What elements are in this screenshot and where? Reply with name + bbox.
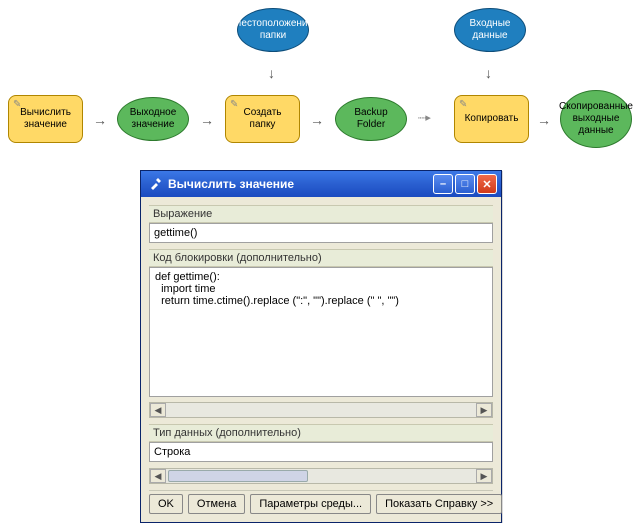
scrollbar-thumb[interactable] xyxy=(168,470,308,482)
node-label: Создать папку xyxy=(230,107,295,131)
scroll-right-icon[interactable]: ▶ xyxy=(476,403,492,417)
arrow-right-icon: → xyxy=(200,113,214,127)
label-codeblock: Код блокировки (дополнительно) xyxy=(149,249,493,267)
arrow-right-icon: → xyxy=(310,113,324,127)
node-folder-location[interactable]: Местоположение папки xyxy=(237,8,309,52)
close-button[interactable]: ✕ xyxy=(477,174,497,194)
node-label: Местоположение папки xyxy=(233,18,313,42)
node-input-data[interactable]: Входные данные xyxy=(454,8,526,52)
scroll-left-icon[interactable]: ◀ xyxy=(150,403,166,417)
connector-dotted-icon: ·····▸ xyxy=(417,113,429,124)
ok-button[interactable]: OK xyxy=(149,494,183,514)
dialog-body: Выражение Код блокировки (дополнительно)… xyxy=(141,197,501,522)
hammer-icon: ✎ xyxy=(459,99,467,111)
node-backup-folder[interactable]: Backup Folder xyxy=(335,97,407,141)
node-label: Выходное значение xyxy=(122,107,184,131)
cancel-button[interactable]: Отмена xyxy=(188,494,245,514)
arrow-right-icon: → xyxy=(537,113,551,127)
codeblock-textarea[interactable] xyxy=(149,267,493,397)
arrow-down-icon: ↓ xyxy=(485,66,492,80)
codeblock-hscrollbar[interactable]: ◀ ▶ xyxy=(149,402,493,418)
node-copy[interactable]: ✎ Копировать xyxy=(454,95,529,143)
window-title: Вычислить значение xyxy=(168,177,433,191)
titlebar[interactable]: Вычислить значение – □ ✕ xyxy=(141,171,501,197)
dialog-hscrollbar[interactable]: ◀ ▶ xyxy=(149,468,493,484)
hammer-icon xyxy=(147,176,163,192)
node-label: Входные данные xyxy=(459,18,521,42)
arrow-down-icon: ↓ xyxy=(268,66,275,80)
environments-button[interactable]: Параметры среды... xyxy=(250,494,371,514)
arrow-right-icon: → xyxy=(93,113,107,127)
dialog-calculate-value: Вычислить значение – □ ✕ Выражение Код б… xyxy=(140,170,502,523)
node-copied-output[interactable]: Скопированные выходные данные xyxy=(560,90,632,148)
node-label: Скопированные выходные данные xyxy=(559,101,633,137)
button-row: OK Отмена Параметры среды... Показать Сп… xyxy=(149,490,493,514)
label-datatype: Тип данных (дополнительно) xyxy=(149,424,493,442)
scroll-left-icon[interactable]: ◀ xyxy=(150,469,166,483)
node-label: Вычислить значение xyxy=(13,107,78,131)
scroll-right-icon[interactable]: ▶ xyxy=(476,469,492,483)
node-create-folder[interactable]: ✎ Создать папку xyxy=(225,95,300,143)
maximize-button[interactable]: □ xyxy=(455,174,475,194)
node-output-value[interactable]: Выходное значение xyxy=(117,97,189,141)
node-compute-value[interactable]: ✎ Вычислить значение xyxy=(8,95,83,143)
expression-input[interactable] xyxy=(149,223,493,243)
node-label: Копировать xyxy=(465,113,519,125)
label-expression: Выражение xyxy=(149,205,493,223)
datatype-input[interactable] xyxy=(149,442,493,462)
model-diagram: ✎ Вычислить значение → Выходное значение… xyxy=(0,0,642,165)
node-label: Backup Folder xyxy=(340,107,402,131)
show-help-button[interactable]: Показать Справку >> xyxy=(376,494,502,514)
minimize-button[interactable]: – xyxy=(433,174,453,194)
